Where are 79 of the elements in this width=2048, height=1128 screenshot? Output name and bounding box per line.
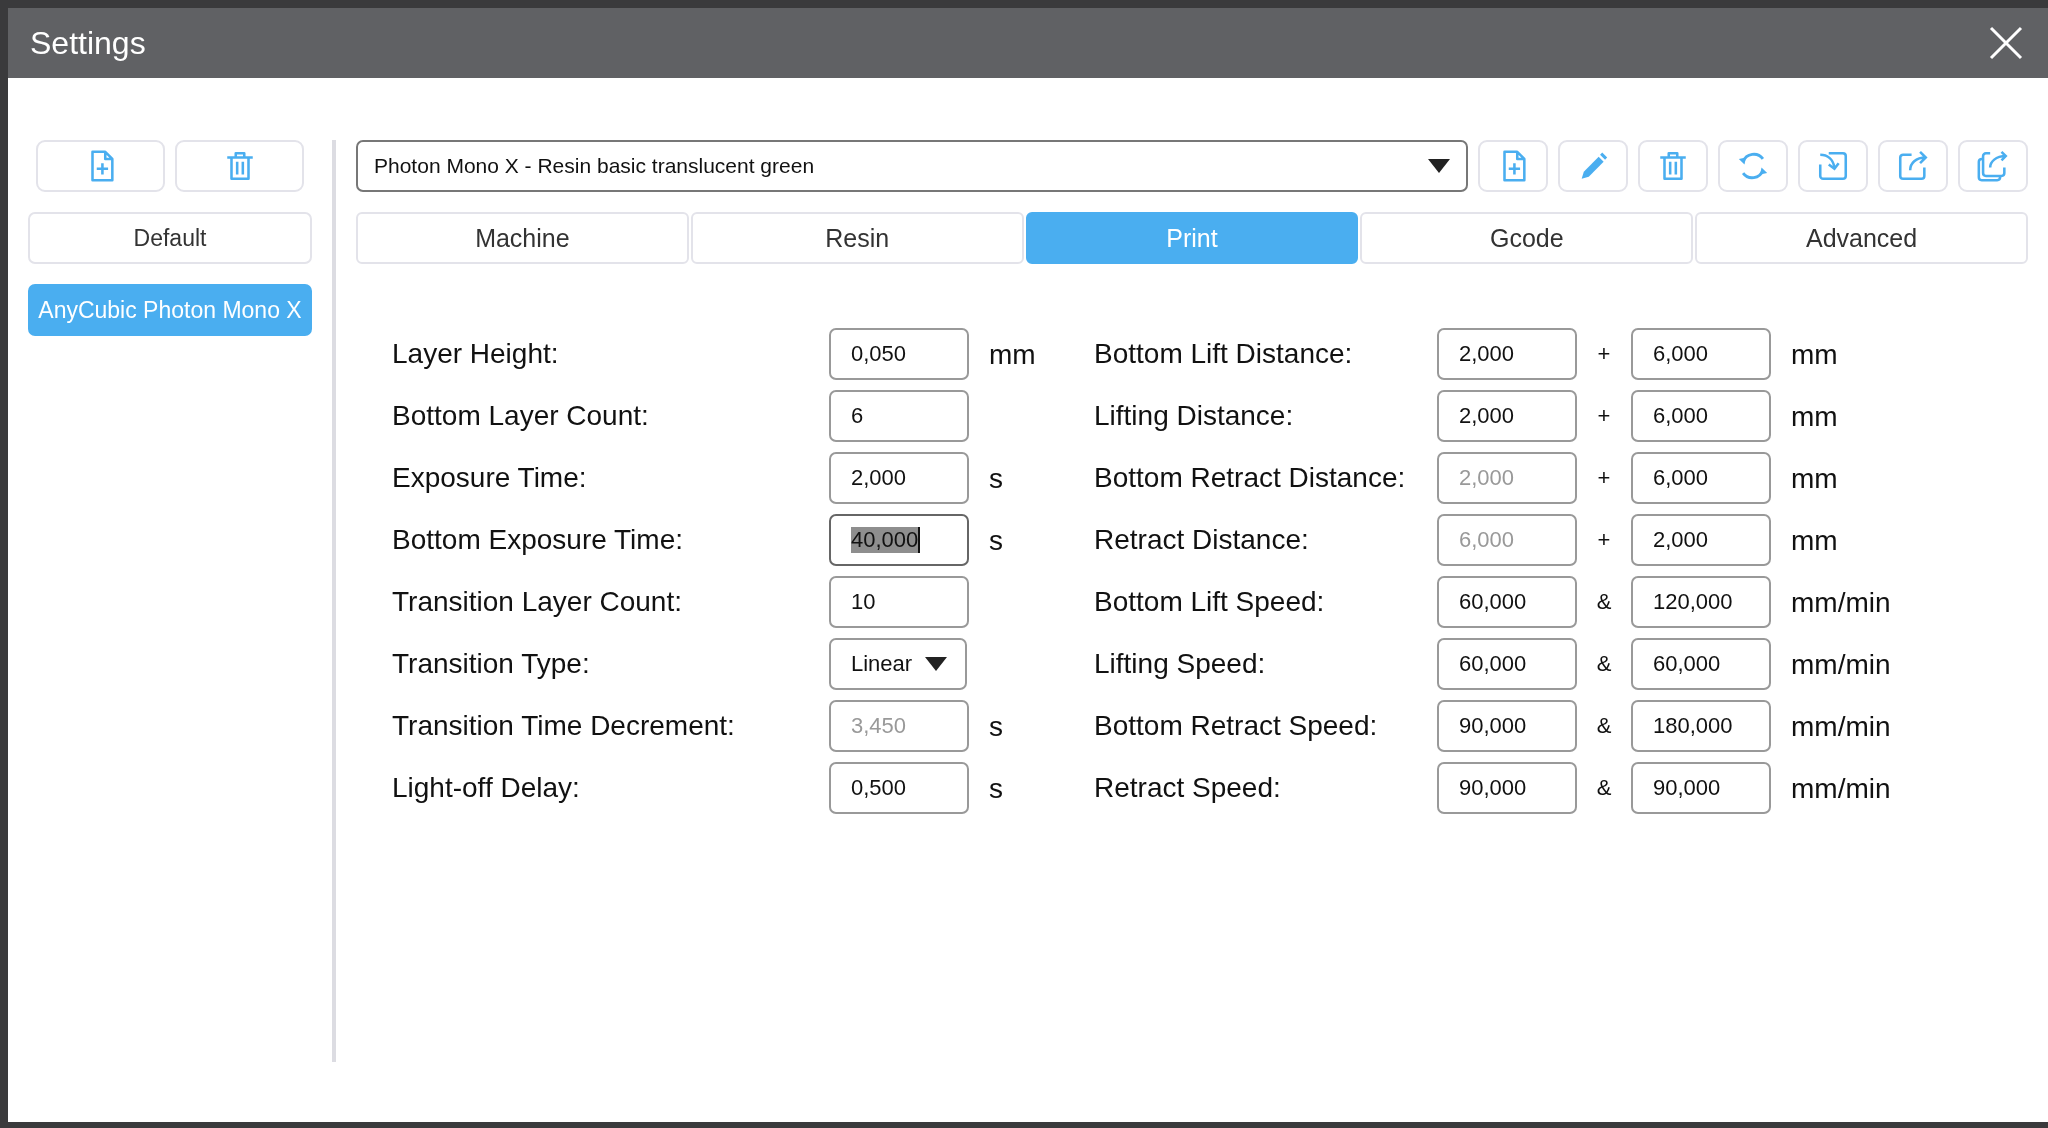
field-label: Bottom Lift Speed: (1094, 586, 1326, 618)
import-button[interactable] (1798, 140, 1868, 192)
profile-item[interactable]: Default (28, 212, 312, 264)
field-label: Transition Layer Count: (392, 586, 683, 618)
field-label: Bottom Retract Distance: (1094, 462, 1407, 494)
field-label: Bottom Retract Speed: (1094, 710, 1379, 742)
unit-label: s (989, 461, 1004, 496)
input-field[interactable]: 2,000 (829, 452, 969, 504)
unit-label: s (989, 523, 1004, 558)
joiner-sign: + (1596, 403, 1612, 429)
export-copy-button[interactable] (1958, 140, 2028, 192)
transition-dropdown[interactable]: Linear (829, 638, 967, 690)
unit-label: s (989, 709, 1004, 744)
input-field[interactable]: 180,000 (1631, 700, 1771, 752)
input-field[interactable]: 60,000 (1437, 638, 1577, 690)
joiner-sign: & (1595, 651, 1613, 677)
joiner-sign: & (1595, 589, 1613, 615)
refresh-button[interactable] (1718, 140, 1788, 192)
export-button[interactable] (1878, 140, 1948, 192)
field-label: Bottom Lift Distance: (1094, 338, 1354, 370)
field-label: Layer Height: (392, 338, 560, 370)
new-profile-button[interactable] (36, 140, 165, 192)
input-field[interactable]: 0,050 (829, 328, 969, 380)
input-field[interactable]: 6,000 (1631, 452, 1771, 504)
unit-label: mm (989, 337, 1037, 372)
field-label: Transition Time Decrement: (392, 710, 736, 742)
input-field[interactable]: 90,000 (1437, 762, 1577, 814)
input-field[interactable]: 6 (829, 390, 969, 442)
delete-profile-button[interactable] (175, 140, 304, 192)
joiner-sign: + (1596, 527, 1612, 553)
input-field[interactable]: 0,500 (829, 762, 969, 814)
unit-label: mm/min (1791, 771, 1891, 806)
input-field[interactable]: 120,000 (1631, 576, 1771, 628)
joiner-sign: & (1595, 775, 1613, 801)
tab[interactable]: Resin (690, 212, 1024, 264)
unit-label: mm (1791, 337, 1839, 372)
field-label: Lifting Distance: (1094, 400, 1295, 432)
copy-export-icon (1976, 149, 2010, 183)
input-field[interactable]: 90,000 (1631, 762, 1771, 814)
joiner-sign: + (1596, 465, 1612, 491)
input-field[interactable]: 90,000 (1437, 700, 1577, 752)
field-label: Lifting Speed: (1094, 648, 1267, 680)
input-field[interactable]: 6,000 (1631, 328, 1771, 380)
unit-label: mm/min (1791, 647, 1891, 682)
unit-label: mm (1791, 399, 1839, 434)
field-label: Bottom Layer Count: (392, 400, 650, 432)
field-label: Exposure Time: (392, 462, 588, 494)
unit-label: mm (1791, 523, 1839, 558)
input-field[interactable]: 60,000 (1437, 576, 1577, 628)
tab[interactable]: Gcode (1360, 212, 1694, 264)
field-label: Retract Speed: (1094, 772, 1282, 804)
field-label: Transition Type: (392, 648, 591, 680)
input-field[interactable]: 10 (829, 576, 969, 628)
new-preset-button[interactable] (1478, 140, 1548, 192)
input-field[interactable]: 40,000 (829, 514, 969, 566)
field-label: Light-off Delay: (392, 772, 581, 804)
unit-label: s (989, 771, 1004, 806)
export-icon (1896, 149, 1930, 183)
edit-button[interactable] (1558, 140, 1628, 192)
tab[interactable]: Advanced (1695, 212, 2028, 264)
field-label: Retract Distance: (1094, 524, 1310, 556)
caret-icon (925, 657, 947, 671)
input-field[interactable]: 60,000 (1631, 638, 1771, 690)
joiner-sign: & (1595, 713, 1613, 739)
input-field[interactable]: 2,000 (1437, 328, 1577, 380)
tab[interactable]: Machine (356, 212, 689, 264)
input-field[interactable]: 6,000 (1631, 390, 1771, 442)
field-label: Bottom Exposure Time: (392, 524, 684, 556)
window-title: Settings (30, 24, 146, 62)
caret-icon (1428, 159, 1450, 173)
import-icon (1816, 149, 1850, 183)
unit-label: mm/min (1791, 585, 1891, 620)
unit-label: mm/min (1791, 709, 1891, 744)
delete-button[interactable] (1638, 140, 1708, 192)
preset-dropdown[interactable]: Photon Mono X - Resin basic translucent green (356, 140, 1468, 192)
input-field[interactable]: 2,000 (1631, 514, 1771, 566)
unit-label: mm (1791, 461, 1839, 496)
input-field[interactable]: 2,000 (1437, 390, 1577, 442)
joiner-sign: + (1596, 341, 1612, 367)
